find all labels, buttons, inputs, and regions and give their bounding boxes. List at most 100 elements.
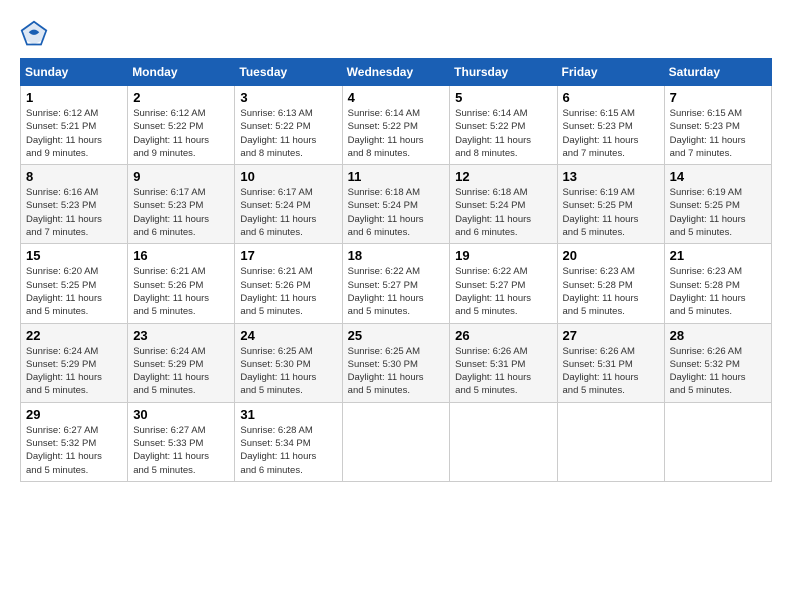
week-row-4: 22 Sunrise: 6:24 AM Sunset: 5:29 PM Dayli… — [21, 323, 772, 402]
day-info: Sunrise: 6:17 AM Sunset: 5:23 PM Dayligh… — [133, 186, 229, 239]
calendar-cell: 25 Sunrise: 6:25 AM Sunset: 5:30 PM Dayli… — [342, 323, 450, 402]
day-number: 10 — [240, 169, 336, 184]
calendar-cell — [450, 402, 557, 481]
calendar-cell — [557, 402, 664, 481]
calendar-cell: 20Sunrise: 6:23 AM Sunset: 5:28 PM Dayli… — [557, 244, 664, 323]
day-number: 15 — [26, 248, 122, 263]
calendar-cell: 10 Sunrise: 6:17 AM Sunset: 5:24 PM Dayli… — [235, 165, 342, 244]
day-info: Sunrise: 6:23 AM Sunset: 5:28 PM Dayligh… — [670, 265, 766, 318]
day-number: 24 — [240, 328, 336, 343]
day-info: Sunrise: 6:28 AM Sunset: 5:34 PM Dayligh… — [240, 424, 336, 477]
logo — [20, 20, 52, 48]
day-info: Sunrise: 6:14 AM Sunset: 5:22 PM Dayligh… — [455, 107, 551, 160]
header-day-thursday: Thursday — [450, 59, 557, 86]
day-number: 13 — [563, 169, 659, 184]
day-info: Sunrise: 6:18 AM Sunset: 5:24 PM Dayligh… — [348, 186, 445, 239]
day-number: 6 — [563, 90, 659, 105]
day-number: 7 — [670, 90, 766, 105]
header-day-saturday: Saturday — [664, 59, 771, 86]
calendar-cell: 19 Sunrise: 6:22 AM Sunset: 5:27 PM Dayli… — [450, 244, 557, 323]
header-day-monday: Monday — [128, 59, 235, 86]
week-row-5: 29Sunrise: 6:27 AM Sunset: 5:32 PM Dayli… — [21, 402, 772, 481]
calendar-cell: 26 Sunrise: 6:26 AM Sunset: 5:31 PM Dayli… — [450, 323, 557, 402]
day-number: 21 — [670, 248, 766, 263]
day-info: Sunrise: 6:24 AM Sunset: 5:29 PM Dayligh… — [26, 345, 122, 398]
day-info: Sunrise: 6:13 AM Sunset: 5:22 PM Dayligh… — [240, 107, 336, 160]
calendar-cell: 17Sunrise: 6:21 AM Sunset: 5:26 PM Dayli… — [235, 244, 342, 323]
header-day-friday: Friday — [557, 59, 664, 86]
day-info: Sunrise: 6:27 AM Sunset: 5:33 PM Dayligh… — [133, 424, 229, 477]
header-row: SundayMondayTuesdayWednesdayThursdayFrid… — [21, 59, 772, 86]
day-info: Sunrise: 6:25 AM Sunset: 5:30 PM Dayligh… — [348, 345, 445, 398]
calendar-header: SundayMondayTuesdayWednesdayThursdayFrid… — [21, 59, 772, 86]
calendar-table: SundayMondayTuesdayWednesdayThursdayFrid… — [20, 58, 772, 482]
calendar-cell: 9 Sunrise: 6:17 AM Sunset: 5:23 PM Daylig… — [128, 165, 235, 244]
day-info: Sunrise: 6:18 AM Sunset: 5:24 PM Dayligh… — [455, 186, 551, 239]
week-row-2: 8Sunrise: 6:16 AM Sunset: 5:23 PM Daylig… — [21, 165, 772, 244]
day-number: 5 — [455, 90, 551, 105]
day-number: 28 — [670, 328, 766, 343]
calendar-cell: 30 Sunrise: 6:27 AM Sunset: 5:33 PM Dayli… — [128, 402, 235, 481]
day-number: 9 — [133, 169, 229, 184]
calendar-cell: 1 Sunrise: 6:12 AM Sunset: 5:21 PM Daylig… — [21, 86, 128, 165]
day-info: Sunrise: 6:19 AM Sunset: 5:25 PM Dayligh… — [563, 186, 659, 239]
day-info: Sunrise: 6:26 AM Sunset: 5:32 PM Dayligh… — [670, 345, 766, 398]
header-day-tuesday: Tuesday — [235, 59, 342, 86]
day-number: 23 — [133, 328, 229, 343]
calendar-cell — [664, 402, 771, 481]
week-row-3: 15 Sunrise: 6:20 AM Sunset: 5:25 PM Dayli… — [21, 244, 772, 323]
day-number: 22 — [26, 328, 122, 343]
day-number: 17 — [240, 248, 336, 263]
day-number: 27 — [563, 328, 659, 343]
calendar-cell: 7 Sunrise: 6:15 AM Sunset: 5:23 PM Daylig… — [664, 86, 771, 165]
day-info: Sunrise: 6:22 AM Sunset: 5:27 PM Dayligh… — [455, 265, 551, 318]
day-info: Sunrise: 6:19 AM Sunset: 5:25 PM Dayligh… — [670, 186, 766, 239]
day-number: 1 — [26, 90, 122, 105]
day-info: Sunrise: 6:22 AM Sunset: 5:27 PM Dayligh… — [348, 265, 445, 318]
day-number: 11 — [348, 169, 445, 184]
calendar-cell: 31Sunrise: 6:28 AM Sunset: 5:34 PM Dayli… — [235, 402, 342, 481]
calendar-cell: 16Sunrise: 6:21 AM Sunset: 5:26 PM Dayli… — [128, 244, 235, 323]
calendar-cell: 23 Sunrise: 6:24 AM Sunset: 5:29 PM Dayli… — [128, 323, 235, 402]
day-number: 20 — [563, 248, 659, 263]
day-number: 4 — [348, 90, 445, 105]
calendar-cell: 8Sunrise: 6:16 AM Sunset: 5:23 PM Daylig… — [21, 165, 128, 244]
calendar-cell: 29Sunrise: 6:27 AM Sunset: 5:32 PM Dayli… — [21, 402, 128, 481]
calendar-cell: 4Sunrise: 6:14 AM Sunset: 5:22 PM Daylig… — [342, 86, 450, 165]
day-number: 8 — [26, 169, 122, 184]
calendar-cell: 5 Sunrise: 6:14 AM Sunset: 5:22 PM Daylig… — [450, 86, 557, 165]
calendar-cell: 14 Sunrise: 6:19 AM Sunset: 5:25 PM Dayli… — [664, 165, 771, 244]
calendar-cell: 12Sunrise: 6:18 AM Sunset: 5:24 PM Dayli… — [450, 165, 557, 244]
day-number: 25 — [348, 328, 445, 343]
calendar-cell: 27 Sunrise: 6:26 AM Sunset: 5:31 PM Dayli… — [557, 323, 664, 402]
day-info: Sunrise: 6:26 AM Sunset: 5:31 PM Dayligh… — [455, 345, 551, 398]
day-number: 2 — [133, 90, 229, 105]
header-day-wednesday: Wednesday — [342, 59, 450, 86]
calendar-cell: 18 Sunrise: 6:22 AM Sunset: 5:27 PM Dayli… — [342, 244, 450, 323]
day-info: Sunrise: 6:21 AM Sunset: 5:26 PM Dayligh… — [133, 265, 229, 318]
day-info: Sunrise: 6:12 AM Sunset: 5:22 PM Dayligh… — [133, 107, 229, 160]
calendar-cell: 21 Sunrise: 6:23 AM Sunset: 5:28 PM Dayli… — [664, 244, 771, 323]
day-info: Sunrise: 6:15 AM Sunset: 5:23 PM Dayligh… — [563, 107, 659, 160]
calendar-body: 1 Sunrise: 6:12 AM Sunset: 5:21 PM Daylig… — [21, 86, 772, 482]
calendar-cell: 28 Sunrise: 6:26 AM Sunset: 5:32 PM Dayli… — [664, 323, 771, 402]
calendar-cell: 6 Sunrise: 6:15 AM Sunset: 5:23 PM Daylig… — [557, 86, 664, 165]
day-info: Sunrise: 6:12 AM Sunset: 5:21 PM Dayligh… — [26, 107, 122, 160]
day-number: 26 — [455, 328, 551, 343]
day-number: 18 — [348, 248, 445, 263]
day-info: Sunrise: 6:20 AM Sunset: 5:25 PM Dayligh… — [26, 265, 122, 318]
header-day-sunday: Sunday — [21, 59, 128, 86]
day-number: 19 — [455, 248, 551, 263]
day-info: Sunrise: 6:27 AM Sunset: 5:32 PM Dayligh… — [26, 424, 122, 477]
day-info: Sunrise: 6:26 AM Sunset: 5:31 PM Dayligh… — [563, 345, 659, 398]
day-number: 30 — [133, 407, 229, 422]
calendar-cell: 15 Sunrise: 6:20 AM Sunset: 5:25 PM Dayli… — [21, 244, 128, 323]
logo-icon — [20, 20, 48, 48]
day-info: Sunrise: 6:17 AM Sunset: 5:24 PM Dayligh… — [240, 186, 336, 239]
day-info: Sunrise: 6:24 AM Sunset: 5:29 PM Dayligh… — [133, 345, 229, 398]
day-number: 14 — [670, 169, 766, 184]
day-info: Sunrise: 6:15 AM Sunset: 5:23 PM Dayligh… — [670, 107, 766, 160]
day-info: Sunrise: 6:25 AM Sunset: 5:30 PM Dayligh… — [240, 345, 336, 398]
calendar-cell: 2 Sunrise: 6:12 AM Sunset: 5:22 PM Daylig… — [128, 86, 235, 165]
day-number: 3 — [240, 90, 336, 105]
